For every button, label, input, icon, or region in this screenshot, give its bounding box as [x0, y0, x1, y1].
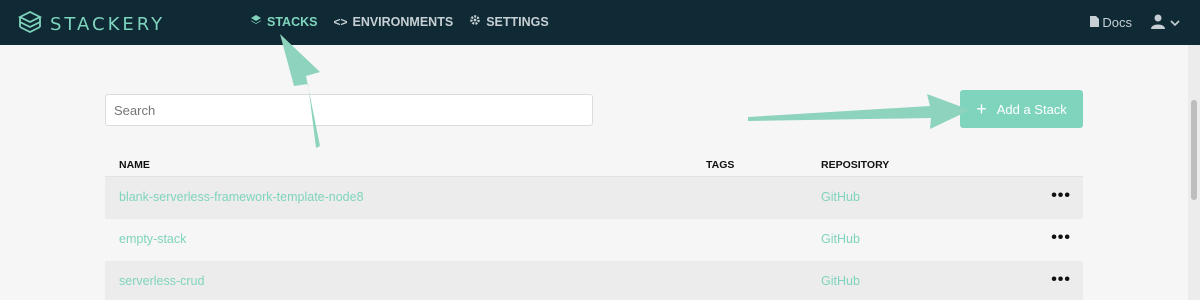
nav-environments-label: ENVIRONMENTS [352, 14, 454, 29]
nav-environments[interactable]: <> ENVIRONMENTS [333, 14, 453, 29]
nav-settings[interactable]: SETTINGS [469, 14, 549, 29]
table-row: serverless-crud GitHub ••• [105, 261, 1083, 300]
scrollbar-thumb[interactable] [1191, 100, 1197, 200]
brand-logo[interactable]: STACKERY [17, 10, 166, 39]
plus-icon: + [976, 99, 987, 119]
more-options-icon[interactable]: ••• [1051, 229, 1071, 247]
nav-stacks[interactable]: STACKS [250, 14, 317, 29]
table-row: blank-serverless-framework-template-node… [105, 177, 1083, 219]
header-actions: Docs [1090, 13, 1180, 32]
table-row: empty-stack GitHub ••• [105, 219, 1083, 261]
stack-name-link[interactable]: blank-serverless-framework-template-node… [119, 190, 364, 204]
user-menu[interactable] [1150, 13, 1180, 32]
column-header-repository[interactable]: REPOSITORY [821, 159, 889, 171]
column-header-name[interactable]: NAME [119, 159, 150, 171]
code-icon: <> [333, 14, 348, 29]
main-nav: STACKS <> ENVIRONMENTS SETTINGS [250, 14, 549, 29]
docs-link[interactable]: Docs [1090, 15, 1132, 30]
stack-name-link[interactable]: serverless-crud [119, 274, 204, 288]
brand-name: STACKERY [50, 14, 166, 35]
chevron-down-icon [1170, 15, 1180, 30]
stacks-table-header: NAME TAGS REPOSITORY [105, 154, 1083, 177]
stack-name-link[interactable]: empty-stack [119, 232, 186, 246]
add-stack-button[interactable]: + Add a Stack [960, 90, 1083, 128]
repository-link[interactable]: GitHub [821, 190, 860, 204]
add-stack-label: Add a Stack [996, 101, 1067, 117]
repository-link[interactable]: GitHub [821, 274, 860, 288]
arrow-to-stacks [280, 34, 320, 148]
repository-link[interactable]: GitHub [821, 232, 860, 246]
docs-label: Docs [1102, 15, 1132, 30]
nav-stacks-label: STACKS [267, 14, 318, 29]
search-input[interactable] [105, 94, 593, 126]
document-icon [1090, 15, 1100, 30]
stackery-logo-icon [17, 10, 43, 39]
more-options-icon[interactable]: ••• [1051, 271, 1071, 289]
nav-settings-label: SETTINGS [486, 14, 549, 29]
arrow-to-add-stack [748, 94, 970, 129]
gear-icon [469, 14, 481, 29]
page-scrollbar[interactable] [1188, 45, 1200, 300]
layers-icon [250, 14, 262, 29]
more-options-icon[interactable]: ••• [1051, 187, 1071, 205]
top-navbar: STACKERY STACKS <> ENVIRONMENTS SETTINGS… [0, 0, 1200, 45]
user-icon [1150, 13, 1166, 32]
column-header-tags[interactable]: TAGS [706, 159, 734, 171]
